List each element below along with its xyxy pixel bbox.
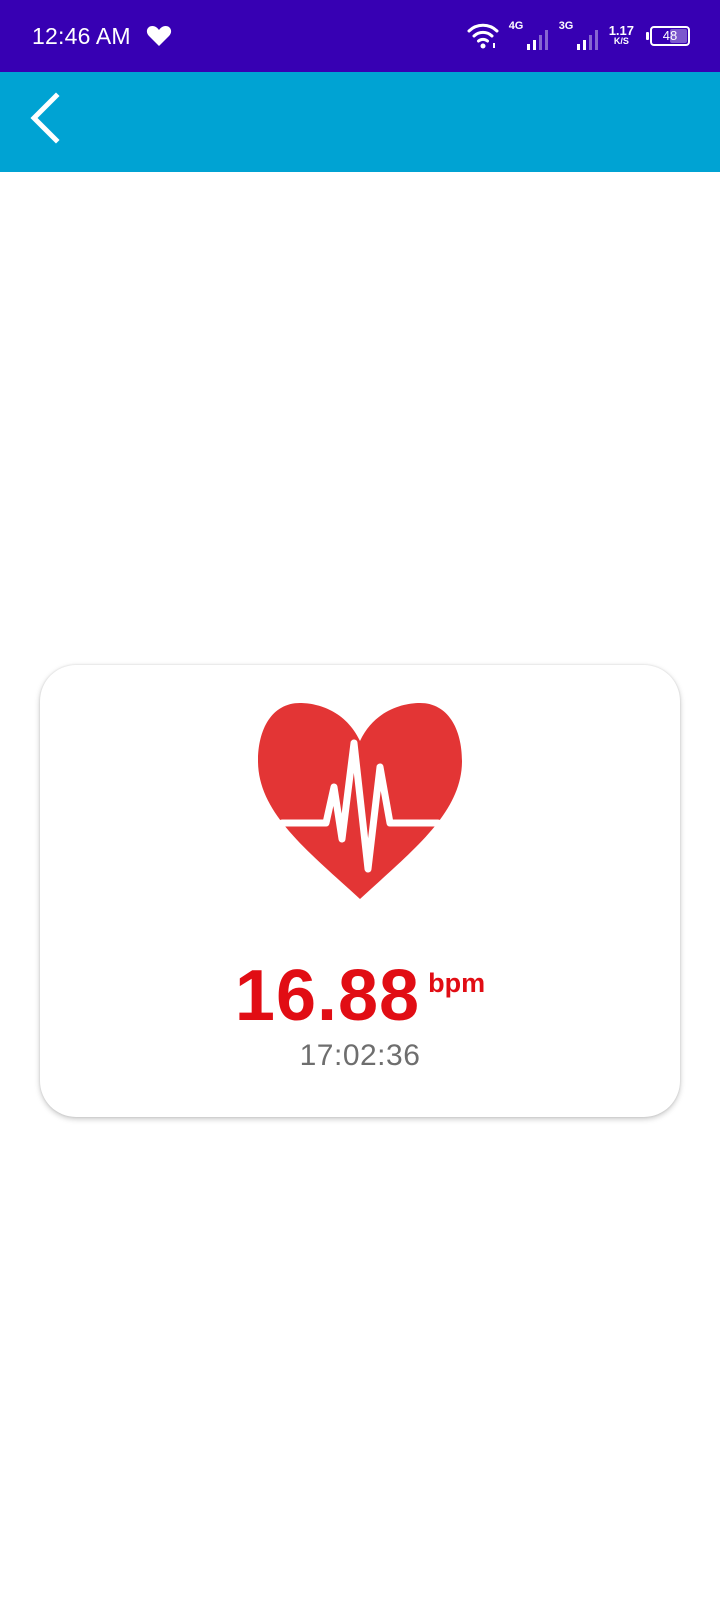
heart-icon — [146, 26, 172, 46]
reading-time: 17:02:36 — [299, 1039, 421, 1072]
heart-rate-card: 16.88 bpm 17:02:36 — [40, 665, 680, 1117]
battery-icon: 48 — [646, 26, 690, 46]
network-2-label: 3G — [558, 20, 574, 32]
battery-level: 48 — [662, 28, 678, 43]
wifi-icon — [467, 23, 499, 49]
heart-pulse-icon — [258, 703, 462, 899]
heart-rate-reading: 16.88 bpm — [40, 955, 680, 1037]
signal-4g-icon: 4G — [508, 20, 549, 50]
status-icons: 4G 3G 1.17 K/S 48 — [467, 18, 690, 54]
network-1-label: 4G — [508, 20, 524, 32]
back-button[interactable] — [18, 90, 82, 154]
signal-3g-icon: 3G — [558, 20, 599, 50]
status-bar: 12:46 AM 4G 3G 1.17 K/S 48 — [0, 0, 720, 72]
chevron-left-icon — [30, 92, 60, 144]
app-bar — [0, 72, 720, 172]
network-speed: 1.17 K/S — [608, 23, 634, 47]
speed-value: 1.17 — [608, 23, 634, 38]
heart-rate-unit: bpm — [428, 968, 486, 998]
heart-rate-value: 16.88 — [234, 956, 421, 1036]
status-time: 12:46 AM — [32, 23, 131, 49]
speed-unit: K/S — [613, 36, 629, 46]
